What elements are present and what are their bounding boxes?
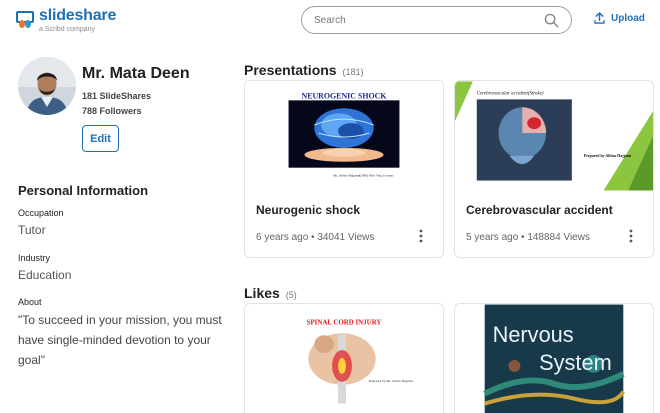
slide-heading: Cerebrovascular accident(Stroke): [477, 91, 544, 96]
presentation-title[interactable]: Neurogenic shock: [256, 203, 360, 217]
likes-heading: Likes (5): [244, 285, 297, 301]
logo-tagline: a Scribd company: [39, 26, 96, 33]
presentations-title: Presentations: [244, 62, 337, 78]
followers-count[interactable]: 788 Followers: [82, 106, 142, 116]
slide-heading: SPINAL CORD INJURY: [307, 319, 382, 326]
likes-title: Likes: [244, 285, 280, 301]
slide-thumbnail[interactable]: SPINAL CORD INJURY Prepared by Mr. Abbas…: [245, 304, 443, 413]
upload-label: Upload: [611, 12, 645, 24]
slideshare-logo-icon: [16, 11, 34, 29]
presentation-title[interactable]: Cerebrovascular accident: [466, 203, 613, 217]
edit-profile-button[interactable]: Edit: [82, 125, 119, 152]
slide-heading: NEUROGENIC SHOCK: [301, 91, 387, 100]
upload-button[interactable]: Upload: [594, 12, 645, 24]
presentation-card-cerebrovascular-accident[interactable]: Cerebrovascular accident(Stroke) Prepare…: [454, 80, 654, 258]
occupation-value: Tutor: [18, 223, 46, 237]
slide-caption: Mr. Abbas Hajjami(SBS) MSc Nsg 1st year: [333, 174, 394, 178]
search-icon[interactable]: [544, 13, 559, 28]
industry-label: Industry: [18, 253, 51, 263]
presentation-card-neurogenic-shock[interactable]: NEUROGENIC SHOCK Mr. Abbas Hajjami(SBS) …: [244, 80, 444, 258]
slide-heading: System: [539, 350, 612, 375]
personal-information-heading: Personal Information: [18, 183, 149, 198]
slideshares-count[interactable]: 181 SlideShares: [82, 91, 151, 101]
presentations-heading: Presentations (181): [244, 62, 364, 78]
about-label: About: [18, 297, 42, 307]
more-options-icon[interactable]: [419, 229, 423, 243]
more-options-icon[interactable]: [629, 229, 633, 243]
avatar: [18, 57, 76, 115]
presentation-meta: 6 years ago • 34041 Views: [256, 232, 375, 243]
likes-count: (5): [285, 290, 297, 300]
about-text: "To succeed in your mission, you must ha…: [18, 313, 222, 367]
slideshare-logo[interactable]: slideshare a Scribd company: [16, 8, 116, 33]
liked-card-spinal-cord-injury[interactable]: SPINAL CORD INJURY Prepared by Mr. Abbas…: [244, 303, 444, 413]
slide-heading: Nervous: [493, 322, 574, 347]
presentation-meta: 5 years ago • 148884 Views: [466, 232, 590, 243]
slide-caption: Prepared by Mr. Abbas Hajjami: [369, 379, 413, 383]
liked-card-nervous-system[interactable]: Nervous System: [454, 303, 654, 413]
search-input[interactable]: [314, 14, 534, 26]
upload-icon: [594, 12, 605, 24]
search-bar[interactable]: [301, 6, 572, 34]
slide-thumbnail[interactable]: NEUROGENIC SHOCK Mr. Abbas Hajjami(SBS) …: [245, 81, 443, 191]
occupation-label: Occupation: [18, 208, 64, 218]
slide-caption: Prepared by Abbas Hajjami: [584, 153, 632, 158]
slide-thumbnail[interactable]: Cerebrovascular accident(Stroke) Prepare…: [455, 81, 653, 191]
logo-name: slideshare: [39, 7, 117, 24]
industry-value: Education: [18, 268, 72, 282]
profile-name: Mr. Mata Deen: [82, 65, 190, 82]
presentations-count: (181): [342, 67, 364, 77]
slide-thumbnail[interactable]: Nervous System: [455, 304, 653, 413]
